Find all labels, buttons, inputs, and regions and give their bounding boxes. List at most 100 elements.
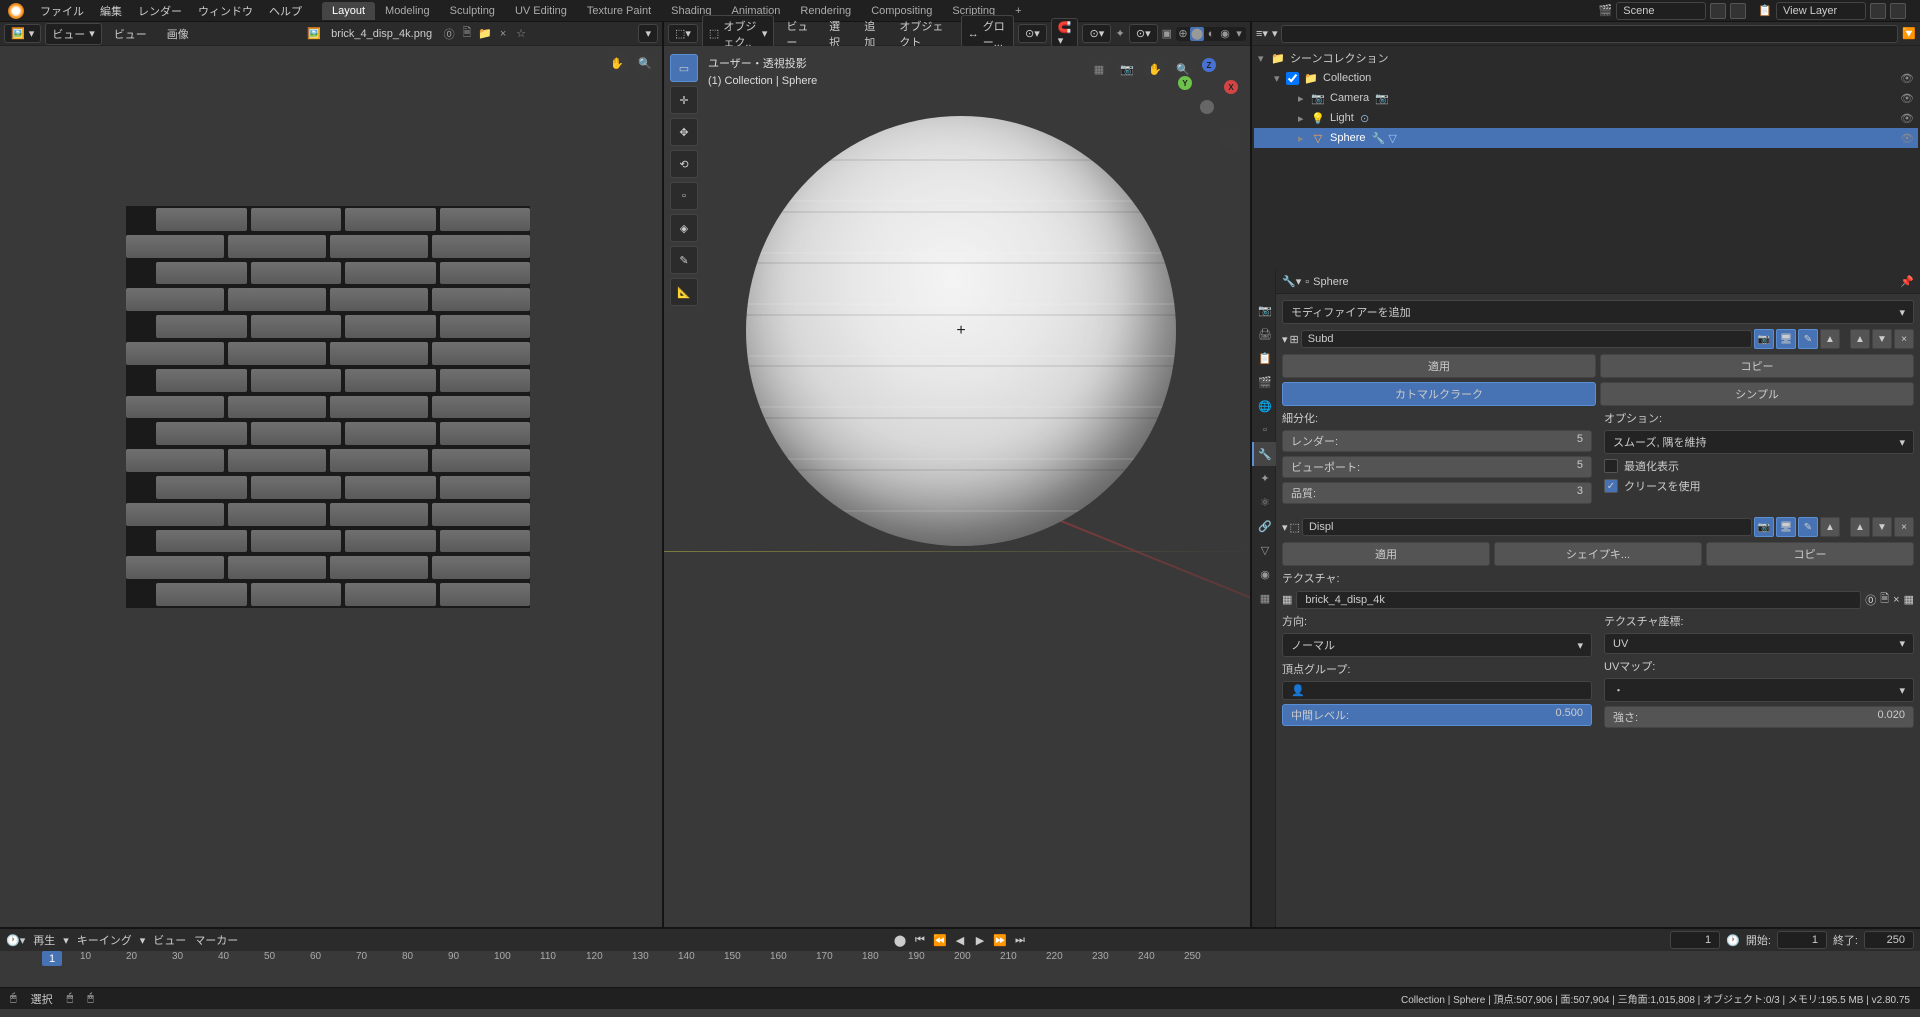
annotate-tool[interactable]: ✎ xyxy=(670,246,698,274)
image-unlink-icon[interactable]: × xyxy=(496,27,510,41)
collapse-icon[interactable]: ▾ xyxy=(1282,333,1288,346)
simple-button[interactable]: シンプル xyxy=(1600,382,1914,406)
texture-edit-icon[interactable]: ▦ xyxy=(1904,593,1914,606)
tab-constraints[interactable]: 🔗 xyxy=(1252,514,1276,538)
tab-world[interactable]: 🌐 xyxy=(1252,394,1276,418)
image-pin-icon[interactable]: ☆ xyxy=(514,27,528,41)
tab-physics[interactable]: ⚛ xyxy=(1252,490,1276,514)
menu-window[interactable]: ウィンドウ xyxy=(190,3,261,19)
collapse-icon[interactable]: ▾ xyxy=(1282,521,1288,534)
mod-delete-button[interactable]: × xyxy=(1894,517,1914,537)
tab-scene[interactable]: 🎬 xyxy=(1252,370,1276,394)
gizmo-x[interactable]: X xyxy=(1224,80,1238,94)
viewport-editor-type[interactable]: ⬚▾ xyxy=(668,24,698,43)
gizmo-z[interactable]: Z xyxy=(1202,58,1216,72)
eye-icon[interactable]: 👁 xyxy=(1900,72,1914,85)
tab-viewlayer[interactable]: 📋 xyxy=(1252,346,1276,370)
outliner-sphere[interactable]: ▸▽ Sphere 🔧 ▽ 👁 xyxy=(1254,128,1918,148)
rotate-tool[interactable]: ⟲ xyxy=(670,150,698,178)
texcoord-dropdown[interactable]: UV▾ xyxy=(1604,633,1914,654)
tab-material[interactable]: ◉ xyxy=(1252,562,1276,586)
mod-realtime-toggle[interactable]: 🖥 xyxy=(1776,517,1796,537)
pin-icon[interactable]: 📌 xyxy=(1900,275,1914,288)
mod-cage-toggle[interactable]: ▲ xyxy=(1820,517,1840,537)
xray-icon[interactable]: ▣ xyxy=(1162,27,1172,41)
mod-cage-toggle[interactable]: ▲ xyxy=(1820,329,1840,349)
proportional-dropdown[interactable]: ⊙▾ xyxy=(1082,24,1111,43)
menu-render[interactable]: レンダー xyxy=(130,3,190,19)
texture-unlink-icon[interactable]: × xyxy=(1893,594,1899,606)
mod-moveup-button[interactable]: ▲ xyxy=(1850,329,1870,349)
mod-movedown-button[interactable]: ▼ xyxy=(1872,329,1892,349)
marker-menu[interactable]: マーカー xyxy=(194,932,238,948)
pan-icon[interactable]: ✋ xyxy=(606,52,628,74)
workspace-sculpting[interactable]: Sculpting xyxy=(440,2,505,20)
nav-gizmo[interactable]: X Y Z xyxy=(1178,58,1238,118)
viewlayer-new-button[interactable] xyxy=(1870,3,1886,19)
camera-icon[interactable]: ▦ xyxy=(1088,58,1110,80)
eye-icon[interactable]: 👁 xyxy=(1900,92,1914,105)
modifier-subd-name[interactable]: Subd xyxy=(1301,330,1752,348)
gizmo-y[interactable]: Y xyxy=(1178,76,1192,90)
outliner-search-input[interactable] xyxy=(1281,25,1898,43)
image-view-menu[interactable]: ビュー xyxy=(106,24,155,44)
workspace-uvediting[interactable]: UV Editing xyxy=(505,2,577,20)
mod-delete-button[interactable]: × xyxy=(1894,329,1914,349)
outliner-display-dropdown[interactable]: ▾ xyxy=(1272,27,1278,40)
shading-options-icon[interactable]: ▾ xyxy=(1232,27,1246,41)
uv-smooth-dropdown[interactable]: スムーズ, 隅を維持▾ xyxy=(1604,430,1914,454)
scene-delete-button[interactable] xyxy=(1730,3,1746,19)
apply-button[interactable]: 適用 xyxy=(1282,354,1596,378)
autokey-icon[interactable]: ⬤ xyxy=(891,932,909,948)
timeline-type-dropdown[interactable]: 🕐▾ xyxy=(6,934,25,947)
direction-dropdown[interactable]: ノーマル▾ xyxy=(1282,633,1592,657)
scale-tool[interactable]: ▫ xyxy=(670,182,698,210)
mod-editmode-toggle[interactable]: ✎ xyxy=(1798,517,1818,537)
apply-button[interactable]: 適用 xyxy=(1282,542,1490,566)
outliner-filter-icon[interactable]: 🔽 xyxy=(1902,27,1916,40)
sphere-object[interactable] xyxy=(746,116,1176,546)
menu-file[interactable]: ファイル xyxy=(32,3,92,19)
image-mode-dropdown[interactable]: ビュー ▾ xyxy=(45,23,102,45)
copy-button[interactable]: コピー xyxy=(1600,354,1914,378)
copy-button[interactable]: コピー xyxy=(1706,542,1914,566)
image-usercount-icon[interactable]: ⓪ xyxy=(442,27,456,41)
camera-toggle-icon[interactable]: 📷 xyxy=(1116,58,1138,80)
play-reverse-icon[interactable]: ◀ xyxy=(951,932,969,948)
menu-help[interactable]: ヘルプ xyxy=(261,3,310,19)
tab-render[interactable]: 📷 xyxy=(1252,298,1276,322)
breadcrumb-sphere[interactable]: Sphere xyxy=(1313,276,1348,288)
zoom-icon[interactable]: 🔍 xyxy=(634,52,656,74)
menu-edit[interactable]: 編集 xyxy=(92,3,130,19)
eye-icon[interactable]: 👁 xyxy=(1900,132,1914,145)
scene-name-field[interactable]: Scene xyxy=(1616,2,1706,20)
image-editor-viewport[interactable]: ✋ 🔍 xyxy=(0,46,662,927)
playback-menu[interactable]: 再生 xyxy=(33,932,55,948)
workspace-layout[interactable]: Layout xyxy=(322,2,375,20)
pivot-dropdown[interactable]: ⊙▾ xyxy=(1018,24,1047,43)
outliner-collection[interactable]: ▾ 📁 Collection 👁 xyxy=(1254,68,1918,88)
mod-realtime-toggle[interactable]: 🖥 xyxy=(1776,329,1796,349)
cursor-tool[interactable]: ✛ xyxy=(670,86,698,114)
jump-start-icon[interactable]: ⏮ xyxy=(911,932,929,948)
shapekey-button[interactable]: シェイプキ... xyxy=(1494,542,1702,566)
shading-solid-icon[interactable]: ⬤ xyxy=(1190,27,1204,41)
tab-output[interactable]: 🖨 xyxy=(1252,322,1276,346)
properties-type-dropdown[interactable]: 🔧▾ xyxy=(1282,275,1301,288)
start-frame-field[interactable]: 1 xyxy=(1777,931,1827,949)
editor-type-dropdown[interactable]: 🖼️▾ xyxy=(4,24,41,43)
mod-editmode-toggle[interactable]: ✎ xyxy=(1798,329,1818,349)
viewlayer-delete-button[interactable] xyxy=(1890,3,1906,19)
image-new-icon[interactable]: 🗎 xyxy=(460,27,474,41)
midlevel-field[interactable]: 中間レベル:0.500 xyxy=(1282,704,1592,726)
mod-render-toggle[interactable]: 📷 xyxy=(1754,329,1774,349)
jump-end-icon[interactable]: ⏭ xyxy=(1011,932,1029,948)
timeline-view-menu[interactable]: ビュー xyxy=(153,932,186,948)
shading-lookdev-icon[interactable]: ◐ xyxy=(1204,27,1218,41)
image-filename-field[interactable]: brick_4_disp_4k.png xyxy=(325,26,438,42)
tab-mesh[interactable]: ▽ xyxy=(1252,538,1276,562)
mod-moveup-button[interactable]: ▲ xyxy=(1850,517,1870,537)
overlays-dropdown[interactable]: ⊙▾ xyxy=(1129,24,1158,43)
outliner-type-dropdown[interactable]: ≡▾ xyxy=(1256,27,1268,40)
snap-dropdown[interactable]: 🧲▾ xyxy=(1051,18,1079,50)
